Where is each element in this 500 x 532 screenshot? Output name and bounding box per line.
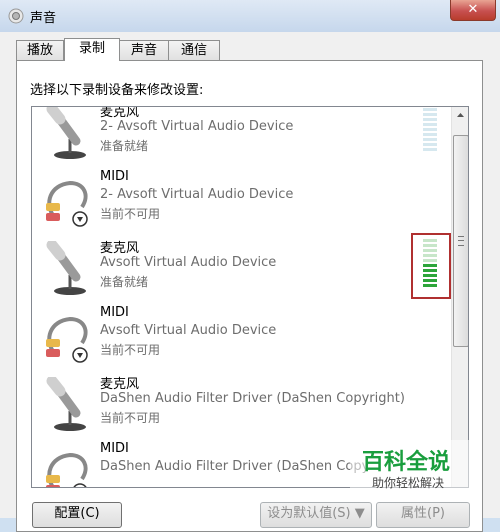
device-description: DaShen Audio Filter Driver (DaShen Copyr… [100,391,405,406]
tab-recording[interactable]: 录制 [64,38,120,61]
device-item[interactable]: 麦克风 DaShen Audio Filter Driver (DaShen Co… [32,371,450,439]
device-name: 麦克风 [100,106,140,120]
device-description: 2- Avsoft Virtual Audio Device [100,119,294,134]
title-bar[interactable]: 声音 ✕ [0,0,500,32]
device-name: MIDI [100,441,129,456]
device-list[interactable]: 麦克风 2- Avsoft Virtual Audio Device 准备就绪 MID… [31,106,469,488]
level-meter-bar [423,138,437,141]
device-status: 当前不可用 [100,343,161,357]
close-button[interactable]: ✕ [450,0,496,21]
sound-dialog: 声音 ✕ 播放 录制 声音 通信 选择以下录制设备来修改设置: 麦克风 2- Av… [0,0,500,532]
microphone-icon [40,239,96,297]
device-status: 准备就绪 [100,275,149,289]
level-meter-bar [423,148,437,151]
device-name: MIDI [100,169,129,184]
audio-cable-icon [40,445,96,487]
window-title: 声音 [30,11,57,26]
vertical-scrollbar[interactable] [451,107,469,487]
instruction-label: 选择以下录制设备来修改设置: [30,83,204,98]
microphone-icon [40,107,96,161]
level-meter-bar [423,128,437,131]
scroll-thumb[interactable] [453,135,468,347]
level-meter-bar [423,143,437,146]
device-description: Avsoft Virtual Audio Device [100,323,277,338]
watermark-brand: 百科全说 [362,450,451,475]
watermark-tagline: 助你轻松解决 [372,476,445,490]
device-description: 2- Avsoft Virtual Audio Device [100,187,294,202]
device-status: 当前不可用 [100,411,161,425]
device-item[interactable]: MIDI 2- Avsoft Virtual Audio Device 当前不可用 [32,167,450,235]
device-description: Avsoft Virtual Audio Device [100,255,277,270]
scroll-grip-icon [458,236,464,246]
speaker-icon [8,8,24,24]
level-meter-bar [423,133,437,136]
device-item[interactable]: 麦克风 2- Avsoft Virtual Audio Device 准备就绪 [32,106,450,167]
device-description: DaShen Audio Filter Driver (DaShen Copy [100,459,370,474]
device-status: 当前不可用 [100,207,161,221]
set-default-button[interactable]: 设为默认值(S) ▼ [260,502,372,528]
level-meter-bar [423,113,437,116]
audio-cable-icon [40,173,96,229]
level-meter-bar [423,108,437,111]
audio-cable-icon [40,309,96,365]
device-name: MIDI [100,305,129,320]
tab-communications[interactable]: 通信 [168,40,220,60]
device-item[interactable]: 麦克风 Avsoft Virtual Audio Device 准备就绪 [32,235,450,303]
configure-button[interactable]: 配置(C) [32,502,122,528]
properties-button[interactable]: 属性(P) [376,502,470,528]
device-item[interactable]: MIDI Avsoft Virtual Audio Device 当前不可用 [32,303,450,371]
microphone-icon [40,375,96,433]
tab-playback[interactable]: 播放 [16,40,64,60]
device-name: 麦克风 [100,241,140,256]
level-meter-bar [423,118,437,121]
scroll-up-arrow-icon[interactable] [452,107,469,124]
device-status: 准备就绪 [100,139,149,153]
level-meter-highlight [411,233,451,299]
tab-sounds[interactable]: 声音 [118,40,170,60]
device-name: 麦克风 [100,377,140,392]
watermark: 百科全说 助你轻松解决 [350,440,470,498]
level-meter-bar [423,123,437,126]
